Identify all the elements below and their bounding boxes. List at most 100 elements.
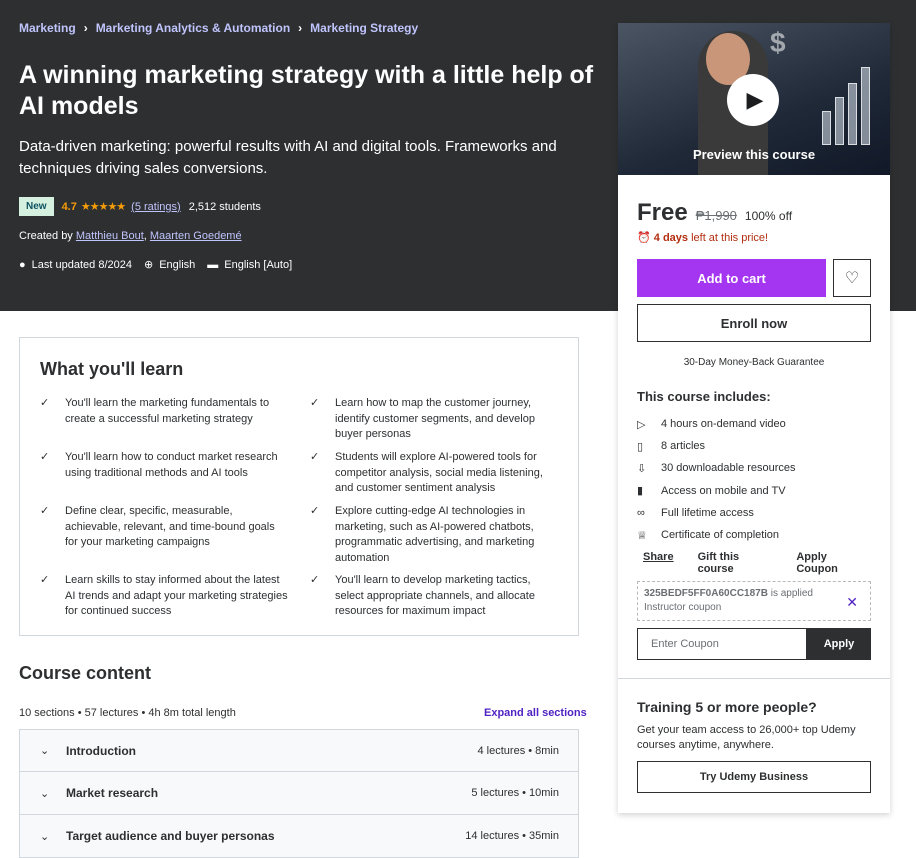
gift-course-button[interactable]: Gift this course [698,551,773,575]
includes-item: ▷ 4 hours on-demand video [637,418,786,431]
check-icon: ✓ [40,505,50,517]
includes-title: This course includes: [637,389,771,404]
learn-title: What you'll learn [40,359,184,379]
section-name: Introduction [66,743,136,758]
curriculum-sections: ⌄ Introduction 4 lectures • 8min ⌄ Marke… [19,729,579,858]
original-price: ₱1,990 [695,208,737,223]
trophy-icon: ♕ [637,529,647,542]
includes-item: ♕ Certificate of completion [637,529,779,542]
apply-button[interactable]: Apply [807,628,871,660]
infinity-icon: ∞ [637,506,645,519]
coupon-type: Instructor coupon [644,602,722,613]
applied-coupon: 325BEDF5FF0A60CC187B is applied Instruct… [637,581,871,621]
section-market-research[interactable]: ⌄ Market research 5 lectures • 10min [19,772,579,815]
language: ⊕ English [143,258,196,272]
purchase-sidebar: $ ▶ Preview this course Free ₱1,990 100%… [618,23,890,813]
check-icon: ✓ [40,397,50,409]
captions-icon: ▬ [207,258,219,271]
section-info: 14 lectures • 35min [465,830,559,842]
share-button[interactable]: Share [643,551,674,575]
rating-value: 4.7 [61,200,77,213]
check-icon: ✓ [40,451,50,463]
current-price: Free [637,199,688,226]
play-button[interactable]: ▶ [727,74,779,126]
learn-item: ✓ Students will explore AI-powered tools… [310,450,560,504]
chevron-right-icon: › [83,21,88,35]
captions: ▬ English [Auto] [207,259,292,271]
discount-percent: 100% off [744,209,793,223]
remove-coupon-icon[interactable]: ✕ [846,594,858,611]
globe-icon: ⊕ [143,259,154,271]
wishlist-button[interactable]: ♡ [833,259,871,297]
learn-list: ✓ You'll learn the marketing fundamental… [40,396,560,620]
learn-item: ✓ Define clear, specific, measurable, ac… [40,504,310,573]
includes-item: ⇩ 30 downloadable resources [637,462,796,475]
alarm-clock-icon: ⏰ [637,232,651,244]
check-icon: ✓ [40,574,50,586]
file-icon: ▯ [637,440,644,453]
play-icon: ▶ [746,87,764,112]
learn-item: ✓ Learn skills to stay informed about th… [40,573,310,620]
time-left-text: left at this price! [691,232,769,244]
expand-all-sections-button[interactable]: Expand all sections [484,707,587,719]
dollar-icon: $ [770,27,786,58]
chevron-down-icon: ⌄ [40,830,50,843]
mobile-icon: ▮ [637,485,644,498]
course-title: A winning marketing strategy with a litt… [19,61,594,120]
last-updated-text: Last updated 8/2024 [31,258,132,271]
course-content-title: Course content [19,663,152,683]
last-updated: ● Last updated 8/2024 [19,259,132,271]
ratings-count-link[interactable]: (5 ratings) [131,201,181,213]
includes-list: ▷ 4 hours on-demand video ▯ 8 articles ⇩ 30… [637,413,796,546]
enroll-now-button[interactable]: Enroll now [637,304,871,342]
language-text: English [159,258,196,271]
author-link-matthieu[interactable]: Matthieu Bout [76,230,144,242]
learn-item: ✓ You'll learn the marketing fundamental… [40,396,310,450]
check-icon: ✓ [310,505,320,517]
breadcrumb-item-marketing[interactable]: Marketing [19,21,76,35]
check-icon: ✓ [310,451,320,463]
add-to-cart-button[interactable]: Add to cart [637,259,826,297]
sidebar-actions: Share Gift this course Apply Coupon [643,551,890,575]
section-info: 5 lectures • 10min [471,787,559,799]
chevron-right-icon: › [298,21,303,35]
price-row: Free ₱1,990 100% off [637,199,792,227]
course-content-summary: 10 sections • 57 lectures • 4h 8m total … [19,707,236,719]
star-rating-icon: ★★★★★ [80,201,126,213]
course-preview-video[interactable]: $ ▶ Preview this course [618,23,890,175]
created-by: Created by Matthieu Bout, Maarten Goedem… [19,230,242,242]
section-introduction[interactable]: ⌄ Introduction 4 lectures • 8min [19,729,579,772]
chevron-down-icon: ⌄ [40,787,50,800]
what-you-will-learn: What you'll learn ✓ You'll learn the mar… [19,337,579,636]
learn-item: ✓ You'll learn to develop marketing tact… [310,573,560,620]
learn-item: ✓ Learn how to map the customer journey,… [310,396,560,450]
training-description: Get your team access to 26,000+ top Udem… [637,724,856,751]
alert-badge-icon: ● [19,258,26,271]
bar-chart-graphic [822,67,870,145]
check-icon: ✓ [310,574,320,586]
learn-item: ✓ You'll learn how to conduct market res… [40,450,310,504]
divider [618,678,890,679]
course-subtitle: Data-driven marketing: powerful results … [19,138,557,177]
created-by-label: Created by [19,230,73,242]
breadcrumb-item-analytics[interactable]: Marketing Analytics & Automation [96,21,290,35]
heart-icon: ♡ [844,270,860,287]
chevron-down-icon: ⌄ [40,745,50,757]
course-meta: ● Last updated 8/2024 ⊕ English ▬ Englis… [19,258,304,272]
section-target-audience[interactable]: ⌄ Target audience and buyer personas 14 … [19,815,579,858]
coupon-code: 325BEDF5FF0A60CC187B [644,588,768,599]
section-info: 4 lectures • 8min [477,744,560,757]
try-udemy-business-button[interactable]: Try Udemy Business [637,761,871,793]
captions-text: English [Auto] [224,258,293,271]
section-name: Target audience and buyer personas [66,829,275,843]
money-back-guarantee: 30-Day Money-Back Guarantee [683,357,825,368]
breadcrumb: Marketing › Marketing Analytics & Automa… [19,21,418,35]
author-link-maarten[interactable]: Maarten Goedemé [150,230,242,242]
learn-item: ✓ Explore cutting-edge AI technologies i… [310,504,560,573]
student-count: 2,512 students [188,200,261,213]
breadcrumb-item-strategy[interactable]: Marketing Strategy [310,21,418,35]
apply-coupon-button[interactable]: Apply Coupon [796,551,866,575]
time-left-notice: ⏰ 4 days left at this price! [637,231,768,244]
coupon-input[interactable] [637,628,807,660]
check-icon: ✓ [310,397,320,409]
